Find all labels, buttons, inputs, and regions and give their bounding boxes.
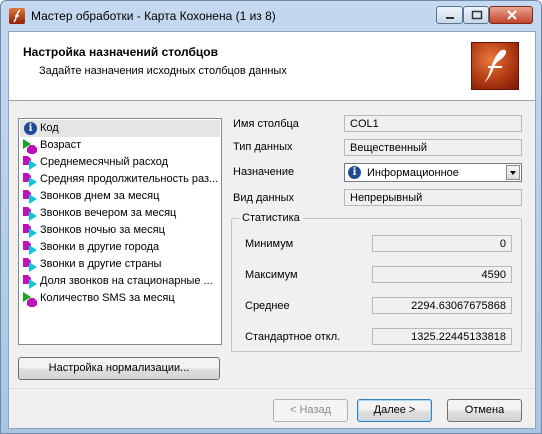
wizard-header: Настройка назначений столбцов Задайте на… [9, 32, 535, 101]
std-label: Стандартное откл. [245, 331, 341, 343]
input-field-icon [23, 292, 37, 307]
data-kind-label: Вид данных [233, 192, 295, 204]
list-item[interactable]: Звонки в другие страны [20, 256, 220, 273]
normalization-settings-button[interactable]: Настройка нормализации... [18, 357, 220, 380]
input-field-icon [23, 156, 37, 170]
mean-value: 2294.63067675868 [372, 297, 512, 314]
list-item-label: Среднемесячный расход [40, 156, 169, 168]
list-item[interactable]: Возраст [20, 137, 220, 154]
data-kind-field: Непрерывный [344, 189, 522, 206]
minimize-button[interactable] [436, 6, 463, 24]
chevron-down-icon[interactable] [506, 165, 520, 180]
list-item[interactable]: Среднемесячный расход [20, 154, 220, 171]
close-button[interactable] [489, 6, 533, 24]
deductor-app-icon [9, 8, 25, 24]
page-title: Настройка назначений столбцов [23, 45, 218, 59]
std-value: 1325.22445133818 [372, 328, 512, 345]
input-field-icon [23, 207, 37, 221]
wizard-client-area: Настройка назначений столбцов Задайте на… [8, 31, 536, 429]
min-label: Минимум [245, 238, 294, 250]
list-item[interactable]: Звонков ночью за месяц [20, 222, 220, 239]
max-value: 4590 [372, 266, 512, 283]
back-button[interactable]: < Назад [273, 399, 348, 422]
purpose-label: Назначение [233, 166, 295, 178]
input-field-icon [23, 190, 37, 204]
input-field-icon [23, 139, 37, 154]
next-button[interactable]: Далее > [357, 399, 432, 422]
input-field-icon [23, 258, 37, 272]
list-item-label: Звонки в другие страны [40, 258, 162, 270]
list-item-label: Возраст [40, 139, 82, 151]
column-name-label: Имя столбца [233, 118, 299, 130]
window-title: Мастер обработки - Карта Кохонена (1 из … [31, 9, 276, 23]
input-field-icon [23, 173, 37, 187]
column-name-field: COL1 [344, 115, 522, 132]
list-item[interactable]: i Код [20, 120, 220, 137]
columns-list[interactable]: i Код Возраст Среднемесячный расход Сред… [18, 118, 222, 345]
mean-label: Среднее [245, 300, 290, 312]
cancel-button[interactable]: Отмена [447, 399, 522, 422]
data-type-field: Вещественный [344, 139, 522, 156]
list-item-label: Код [40, 122, 59, 134]
page-subtitle: Задайте назначения исходных столбцов дан… [39, 65, 287, 77]
list-item[interactable]: Количество SMS за месяц [20, 290, 220, 307]
purpose-value: Информационное [367, 167, 459, 179]
list-item[interactable]: Звонки в другие города [20, 239, 220, 256]
purpose-select[interactable]: i Информационное [344, 163, 522, 182]
list-item-label: Звонков ночью за месяц [40, 224, 165, 236]
input-field-icon [23, 275, 37, 289]
min-value: 0 [372, 235, 512, 252]
max-label: Максимум [245, 269, 298, 281]
data-type-label: Тип данных [233, 141, 293, 153]
list-item[interactable]: Звонков вечером за месяц [20, 205, 220, 222]
divider [9, 388, 535, 389]
wizard-window: Мастер обработки - Карта Кохонена (1 из … [0, 0, 542, 434]
list-item[interactable]: Средняя продолжительность раз... [20, 171, 220, 188]
info-icon: i [348, 166, 361, 179]
list-item-label: Средняя продолжительность раз... [40, 173, 219, 185]
input-field-icon [23, 241, 37, 255]
statistics-caption: Статистика [239, 212, 303, 224]
list-item[interactable]: Звонков днем за месяц [20, 188, 220, 205]
list-item-label: Звонки в другие города [40, 241, 160, 253]
title-bar[interactable]: Мастер обработки - Карта Кохонена (1 из … [1, 1, 541, 31]
deductor-logo-icon [471, 42, 519, 90]
list-item-label: Звонков днем за месяц [40, 190, 160, 202]
list-item-label: Доля звонков на стационарные ... [40, 275, 213, 287]
input-field-icon [23, 224, 37, 238]
maximize-button[interactable] [463, 6, 489, 24]
list-item[interactable]: Доля звонков на стационарные ... [20, 273, 220, 290]
list-item-label: Количество SMS за месяц [40, 292, 175, 304]
list-item-label: Звонков вечером за месяц [40, 207, 177, 219]
info-icon: i [24, 122, 37, 135]
